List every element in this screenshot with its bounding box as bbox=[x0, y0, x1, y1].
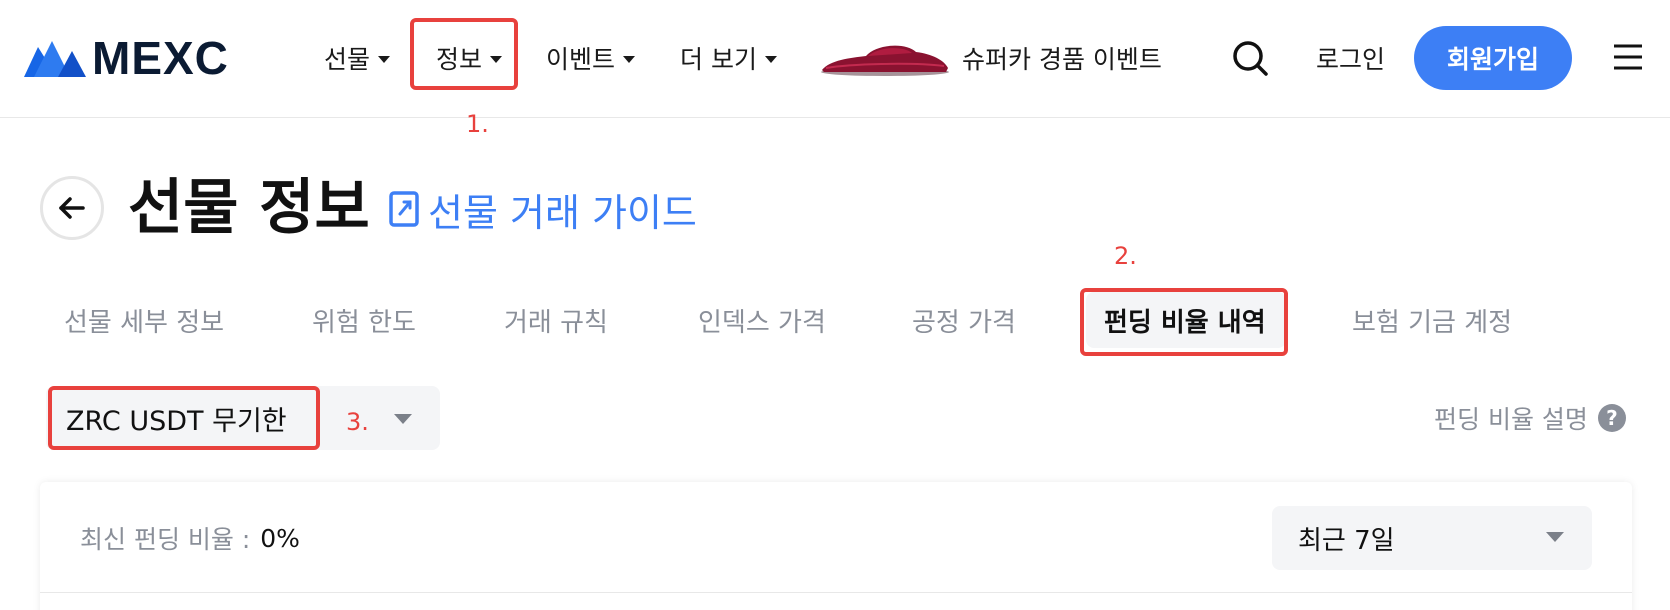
signup-button[interactable]: 회원가입 bbox=[1414, 26, 1572, 90]
annotation-number-2: 2. bbox=[1114, 242, 1137, 270]
tab-insurance-fund[interactable]: 보험 기금 계정 bbox=[1352, 300, 1512, 340]
caret-down-icon[interactable] bbox=[1546, 532, 1564, 542]
latest-funding-rate-value: 0% bbox=[260, 523, 300, 553]
nav-futures[interactable]: 선물 bbox=[324, 38, 391, 78]
nav-futures-label: 선물 bbox=[324, 45, 371, 74]
caret-down-icon[interactable] bbox=[394, 414, 412, 424]
hamburger-menu-icon[interactable] bbox=[1612, 42, 1644, 72]
annotation-box-3 bbox=[48, 386, 320, 450]
latest-funding-rate: 최신 펀딩 비율 : 0% bbox=[80, 518, 300, 558]
arrow-left-icon bbox=[59, 197, 85, 219]
caret-down-icon bbox=[378, 55, 391, 63]
panel-divider bbox=[40, 592, 1632, 593]
caret-down-icon bbox=[623, 55, 636, 63]
nav-more[interactable]: 더 보기 bbox=[680, 38, 777, 78]
mexc-logo[interactable]: MEXC bbox=[24, 32, 229, 84]
futures-guide-label: 선물 거래 가이드 bbox=[428, 190, 697, 235]
annotation-box-1 bbox=[410, 18, 518, 90]
mexc-logo-icon bbox=[24, 41, 86, 77]
nav-events[interactable]: 이벤트 bbox=[546, 38, 636, 78]
tab-fair-price[interactable]: 공정 가격 bbox=[912, 300, 1016, 340]
tab-futures-details[interactable]: 선물 세부 정보 bbox=[64, 300, 224, 340]
supercar-image[interactable] bbox=[820, 38, 950, 76]
funding-rate-explanation-link[interactable]: 펀딩 비율 설명 ? bbox=[1434, 398, 1626, 438]
promo-link[interactable]: 슈퍼카 경품 이벤트 bbox=[962, 38, 1162, 78]
period-select-value: 최근 7일 bbox=[1298, 525, 1395, 556]
top-nav-bar: MEXC 선물 정보 이벤트 더 보기 슈퍼카 경품 이벤트 로그인 회원가입 bbox=[0, 0, 1670, 118]
nav-more-label: 더 보기 bbox=[680, 45, 757, 74]
annotation-number-1: 1. bbox=[466, 110, 489, 138]
funding-rate-explanation-label: 펀딩 비율 설명 bbox=[1434, 405, 1588, 434]
annotation-number-3: 3. bbox=[346, 408, 369, 436]
tab-index-price[interactable]: 인덱스 가격 bbox=[698, 300, 826, 340]
tab-risk-limit[interactable]: 위험 한도 bbox=[312, 300, 416, 340]
page-title: 선물 정보 bbox=[128, 173, 370, 243]
tab-trading-rules[interactable]: 거래 규칙 bbox=[504, 300, 608, 340]
guide-book-icon bbox=[389, 191, 419, 227]
nav-events-label: 이벤트 bbox=[546, 45, 616, 74]
login-link[interactable]: 로그인 bbox=[1316, 38, 1385, 78]
back-button[interactable] bbox=[40, 176, 104, 240]
futures-guide-link[interactable]: 선물 거래 가이드 bbox=[388, 184, 697, 235]
latest-funding-rate-label: 최신 펀딩 비율 : bbox=[80, 525, 251, 554]
annotation-box-2 bbox=[1080, 288, 1288, 356]
logo-wordmark: MEXC bbox=[92, 32, 229, 84]
search-icon[interactable] bbox=[1230, 38, 1270, 78]
help-icon[interactable]: ? bbox=[1597, 404, 1626, 432]
caret-down-icon bbox=[764, 55, 777, 63]
